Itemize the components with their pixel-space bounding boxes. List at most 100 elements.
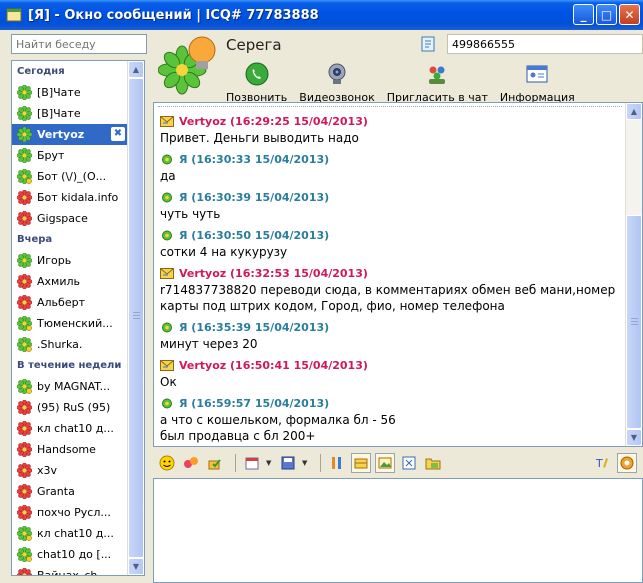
tools-icon[interactable] bbox=[327, 453, 347, 473]
group-header: В течение недели bbox=[17, 360, 122, 371]
conversation-item[interactable]: Gigspace bbox=[12, 208, 129, 229]
message: Vertyoz (16:32:53 15/04/2013) r7148377388… bbox=[154, 264, 626, 318]
message-history-scrollbar[interactable]: ▲ ▼ bbox=[625, 103, 642, 446]
message: Я (16:30:50 15/04/2013) сотки 4 на кукуру… bbox=[154, 226, 626, 264]
icq-flower-avatar bbox=[158, 36, 216, 95]
message: Я (16:30:39 15/04/2013) чуть чуть bbox=[154, 188, 626, 226]
phone-icon bbox=[245, 62, 269, 91]
conversation-name: кл chat10 д... bbox=[37, 527, 114, 540]
close-conversation-icon[interactable]: ✖ bbox=[111, 127, 125, 141]
conversation-item[interactable]: Брут bbox=[12, 145, 129, 166]
smiley-icon[interactable] bbox=[157, 453, 177, 473]
conversation-list: Сегодня [В]Чате [В]Чате Vertyoz ✖ Брут Бот (\/… bbox=[11, 60, 145, 576]
conversation-item[interactable]: Handsome bbox=[12, 439, 129, 460]
conversation-name: похчо Русл... bbox=[37, 506, 111, 519]
message-header: Я (16:30:33 15/04/2013) bbox=[160, 150, 626, 168]
minimize-button[interactable]: _ bbox=[573, 4, 594, 25]
status-flower-icon bbox=[17, 316, 32, 331]
conversation-item[interactable]: Бот kidala.info bbox=[12, 187, 129, 208]
status-flower-icon bbox=[17, 442, 32, 457]
message-text: сотки 4 на кукурузу bbox=[160, 245, 288, 259]
status-flower-icon bbox=[17, 379, 32, 394]
conversation-name: Ахмиль bbox=[37, 275, 80, 288]
conversation-name: кл chat10 д... bbox=[37, 422, 114, 435]
message-sender-time: Vertyoz (16:32:53 15/04/2013) bbox=[179, 266, 368, 280]
webcam-button[interactable]: Видеозвонок bbox=[299, 62, 375, 104]
conversation-item[interactable]: by MAGNAT... bbox=[12, 376, 129, 397]
message-text: r714837738820 переводи сюда, в комментар… bbox=[160, 283, 616, 313]
scrollbar-thumb[interactable] bbox=[626, 215, 642, 429]
message: Я (16:35:39 15/04/2013) минут через 20 bbox=[154, 318, 626, 356]
uin-field[interactable] bbox=[447, 34, 643, 54]
title-bar[interactable]: [Я] - Окно сообщений | ICQ# 77783888 _ □… bbox=[0, 0, 643, 30]
conversation-item[interactable]: кл chat10 д... bbox=[12, 418, 129, 439]
conversation-item[interactable]: кл chat10 д... bbox=[12, 523, 129, 544]
svg-text:T: T bbox=[595, 457, 603, 470]
search-conversation-input[interactable] bbox=[11, 34, 147, 54]
conversation-item[interactable]: Тюменский... bbox=[12, 313, 129, 334]
status-flower-icon bbox=[17, 85, 32, 100]
message-envelope-icon bbox=[162, 398, 172, 408]
calendar-dropdown-arrow[interactable]: ▼ bbox=[266, 459, 274, 467]
status-flower-icon bbox=[17, 295, 32, 310]
emoticon-pack-icon[interactable] bbox=[205, 453, 225, 473]
winks-icon[interactable] bbox=[181, 453, 201, 473]
conversation-item[interactable]: [В]Чате bbox=[12, 82, 129, 103]
screenshot-icon[interactable] bbox=[399, 453, 419, 473]
conversation-item[interactable]: Бот (\/)_(О... bbox=[12, 166, 129, 187]
status-flower-icon bbox=[17, 484, 32, 499]
send-picture-icon[interactable] bbox=[375, 453, 395, 473]
save-dropdown-arrow[interactable]: ▼ bbox=[302, 459, 310, 467]
group-header: Вчера bbox=[17, 234, 53, 245]
message-history[interactable]: Vertyoz (16:29:25 15/04/2013) Привет. Ден… bbox=[153, 102, 643, 447]
conversation-item[interactable]: Игорь bbox=[12, 250, 129, 271]
close-button[interactable]: ✕ bbox=[619, 4, 640, 25]
message-text: чуть чуть bbox=[160, 207, 221, 221]
action-bar: Позвонить Видеозвонок Пригласить в чат Инфо… bbox=[226, 62, 587, 104]
conversation-name: Альберт bbox=[37, 296, 85, 309]
message-input[interactable] bbox=[153, 478, 643, 583]
calendar-icon[interactable] bbox=[242, 453, 262, 473]
save-history-icon[interactable] bbox=[278, 453, 298, 473]
scrollbar-thumb[interactable] bbox=[128, 78, 144, 558]
info-card-button[interactable]: Информация bbox=[500, 62, 575, 104]
conversation-item[interactable]: Альберт bbox=[12, 292, 129, 313]
message-sender-time: Я (16:59:57 15/04/2013) bbox=[179, 396, 330, 410]
status-flower-icon bbox=[17, 190, 32, 205]
settings-gear-icon[interactable] bbox=[617, 453, 637, 473]
conversation-list-items: Сегодня [В]Чате [В]Чате Vertyoz ✖ Брут Бот (\/… bbox=[12, 61, 129, 575]
conversation-item[interactable]: Granta bbox=[12, 481, 129, 502]
message-envelope-icon bbox=[160, 359, 174, 371]
conversation-item[interactable]: x3v bbox=[12, 460, 129, 481]
maximize-button[interactable]: □ bbox=[596, 4, 617, 25]
folder-icon[interactable] bbox=[423, 453, 443, 473]
conversation-item[interactable]: Ахмиль bbox=[12, 271, 129, 292]
status-flower-icon bbox=[17, 463, 32, 478]
message-sender-time: Vertyoz (16:50:41 15/04/2013) bbox=[179, 358, 368, 372]
conversation-item[interactable]: chat10 до [... bbox=[12, 544, 129, 565]
history-notebook-icon[interactable] bbox=[420, 36, 436, 52]
users-button[interactable]: Пригласить в чат bbox=[387, 62, 488, 104]
status-flower-icon bbox=[17, 505, 32, 520]
conversation-item[interactable]: .Shurka. bbox=[12, 334, 129, 355]
scroll-up-arrow[interactable]: ▲ bbox=[626, 103, 642, 120]
conversation-item[interactable]: Vertyoz ✖ bbox=[12, 124, 129, 145]
conversation-item[interactable]: (95) RuS (95) bbox=[12, 397, 129, 418]
conversation-item[interactable]: [В]Чате bbox=[12, 103, 129, 124]
status-flower-icon bbox=[17, 568, 32, 575]
phone-button[interactable]: Позвонить bbox=[226, 62, 287, 104]
scroll-down-arrow[interactable]: ▼ bbox=[128, 558, 144, 575]
compose-toolbar: ▼ ▼ T bbox=[153, 450, 643, 476]
webcam-icon bbox=[325, 62, 349, 91]
spell-check-icon[interactable]: T bbox=[593, 453, 613, 473]
send-file-icon[interactable] bbox=[351, 453, 371, 473]
conversation-item[interactable]: Вайнах_сh... bbox=[12, 565, 129, 575]
group-header: Сегодня bbox=[17, 66, 65, 77]
conversation-list-scrollbar[interactable]: ▲ ▼ bbox=[127, 61, 144, 575]
scroll-down-arrow[interactable]: ▼ bbox=[626, 429, 642, 446]
scroll-up-arrow[interactable]: ▲ bbox=[128, 61, 144, 78]
conversation-item[interactable]: похчо Русл... bbox=[12, 502, 129, 523]
conversation-name: by MAGNAT... bbox=[37, 380, 111, 393]
message-sender-time: Я (16:35:39 15/04/2013) bbox=[179, 320, 330, 334]
message-text: а что с кошельком, формалка бл - 56 был … bbox=[160, 413, 396, 443]
